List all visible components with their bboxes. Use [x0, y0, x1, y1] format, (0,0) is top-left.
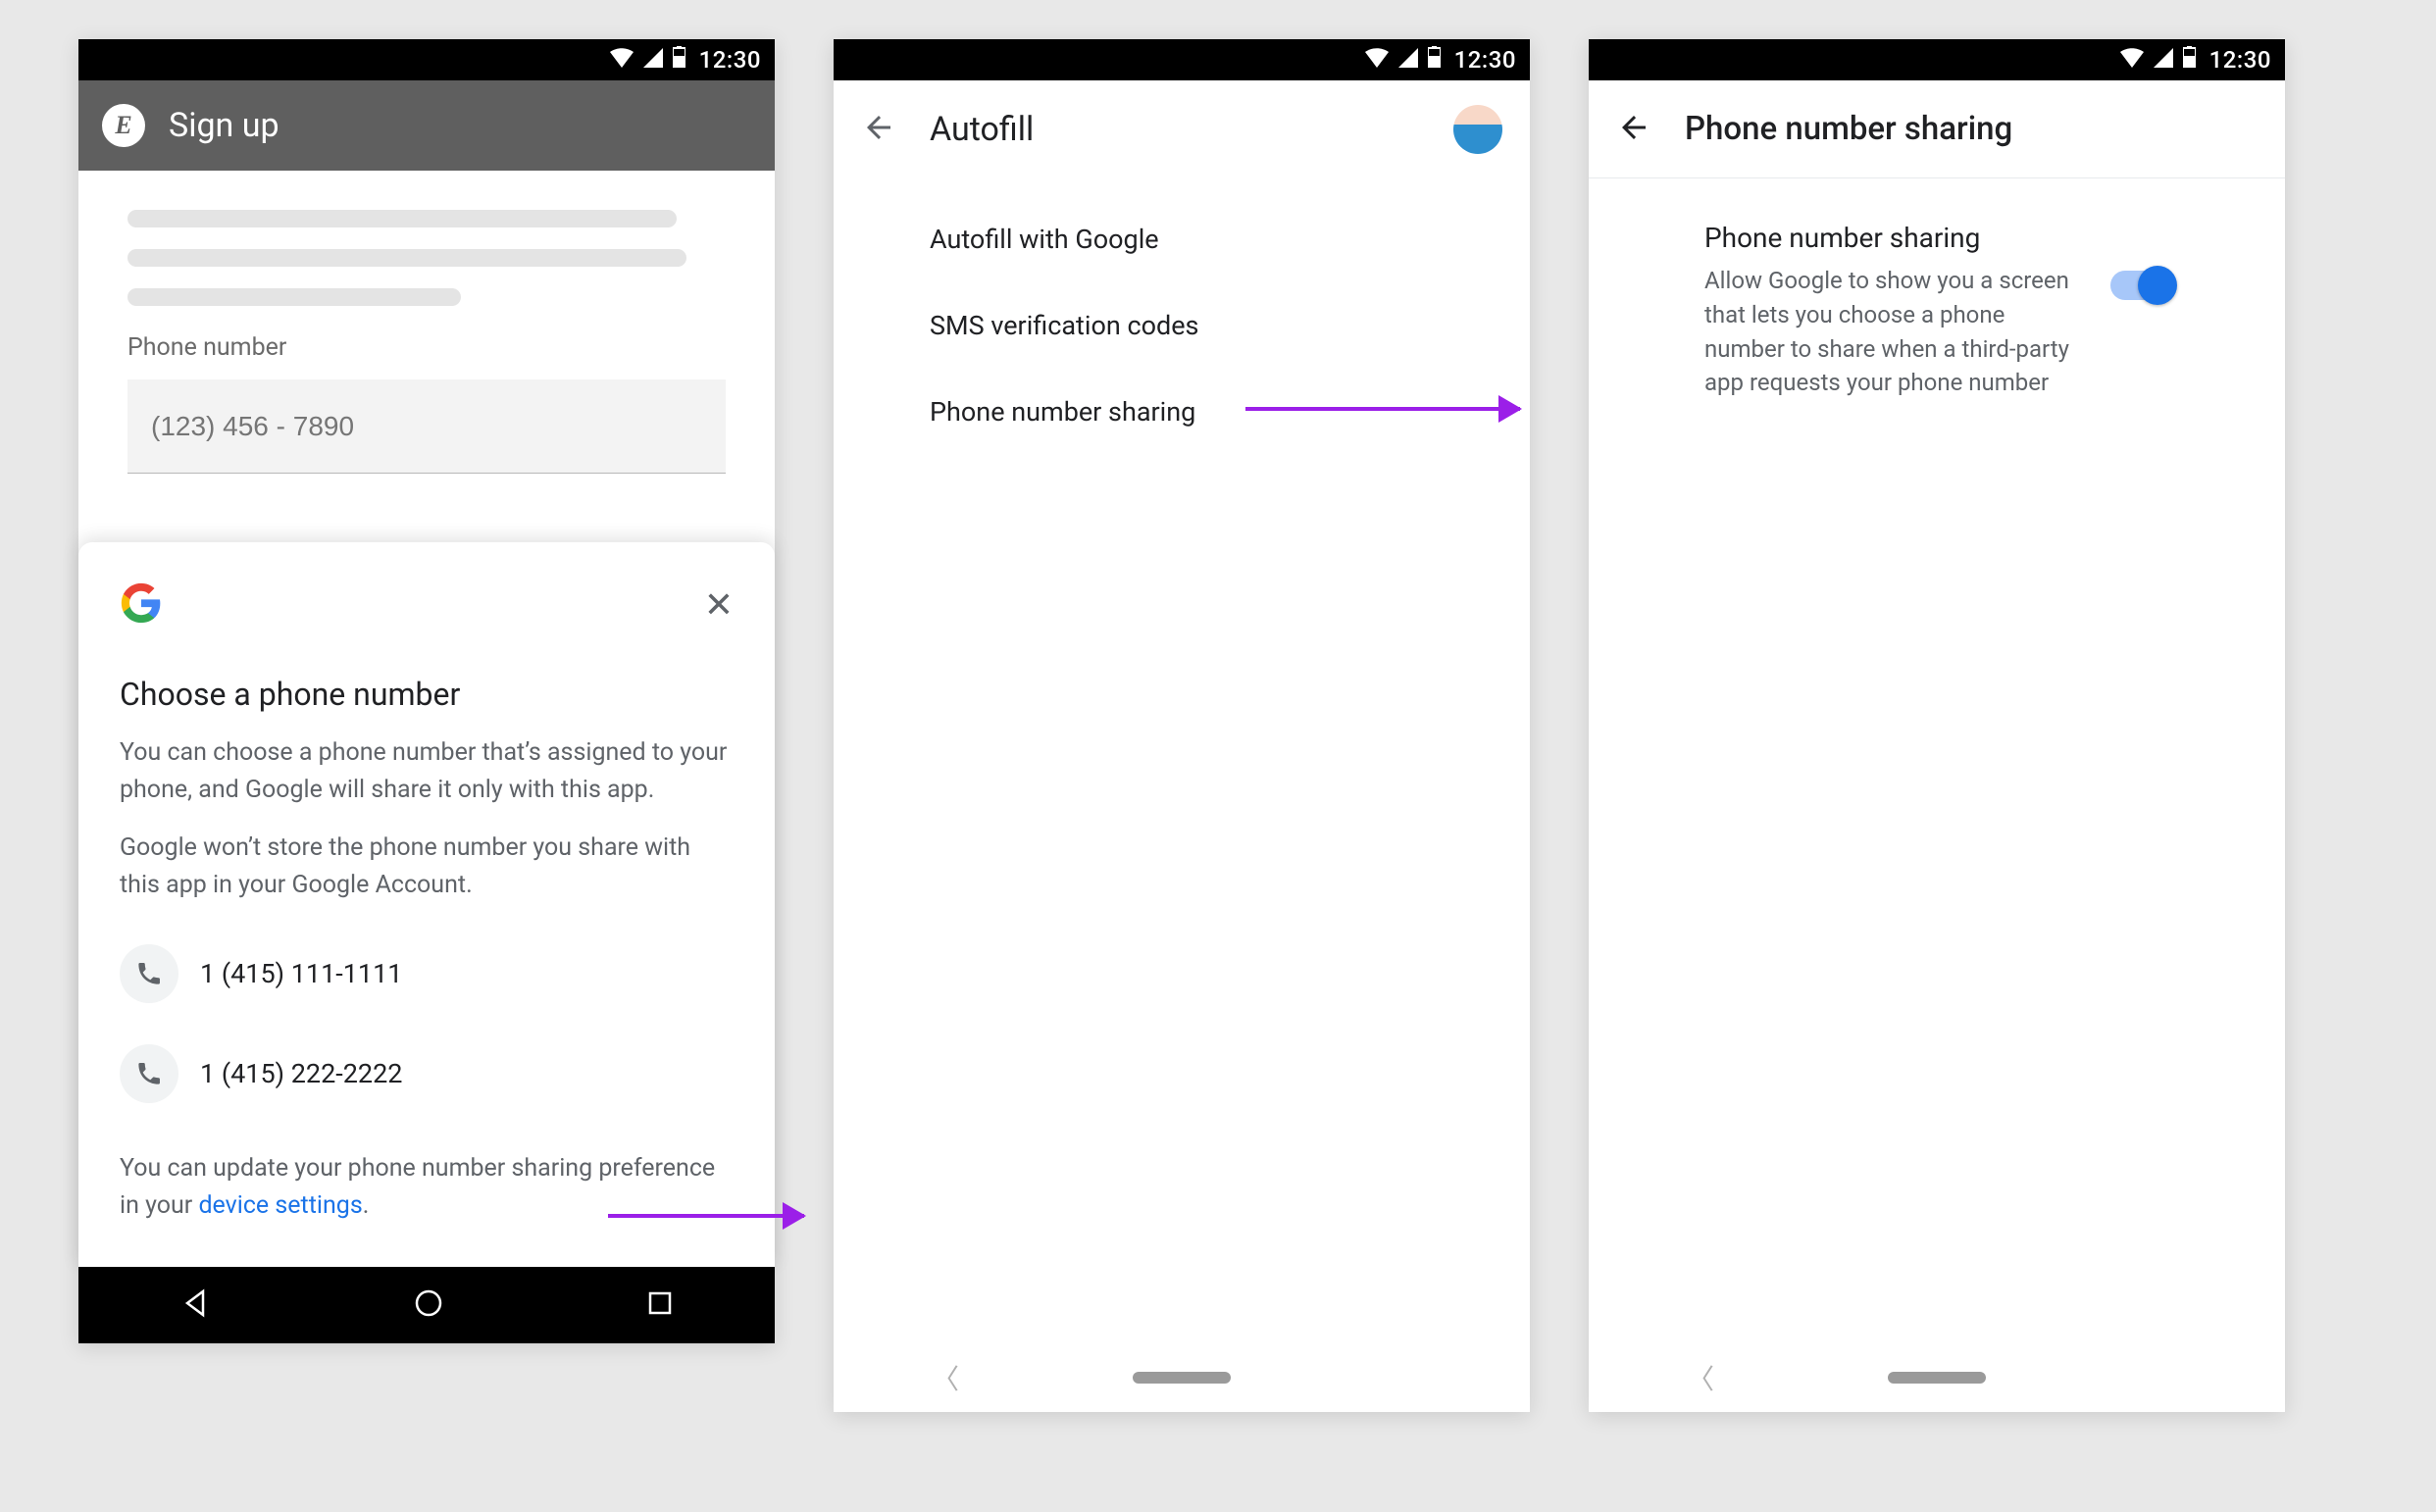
skeleton-line [127, 210, 677, 227]
page-title: Phone number sharing [1685, 110, 2012, 148]
page-title: Autofill [930, 110, 1420, 149]
battery-icon [673, 46, 685, 74]
app-bar: E Sign up [78, 80, 775, 171]
battery-icon [2183, 46, 2196, 74]
settings-list: Autofill with Google SMS verification co… [834, 178, 1530, 473]
status-bar: 12:30 [1589, 39, 2285, 80]
status-bar: 12:30 [834, 39, 1530, 80]
back-gesture-icon[interactable]: 〈 [932, 1358, 959, 1397]
clock: 12:30 [699, 46, 761, 74]
recent-nav-icon[interactable] [646, 1289, 674, 1321]
flow-arrow-icon [608, 1214, 804, 1218]
toggle-knob-icon [2138, 266, 2177, 305]
cell-signal-icon [643, 46, 663, 74]
menu-item-autofill-google[interactable]: Autofill with Google [834, 196, 1530, 282]
clock: 12:30 [2209, 46, 2271, 74]
signup-form: Phone number [78, 171, 775, 503]
setting-title: Phone number sharing [1704, 222, 2087, 254]
app-bar: Autofill [834, 80, 1530, 178]
wifi-icon [2120, 46, 2144, 74]
gesture-nav: 〈 [1589, 1343, 2285, 1412]
phone-option[interactable]: 1 (415) 222-2222 [120, 1044, 734, 1103]
setting-row: Phone number sharing Allow Google to sho… [1589, 178, 2285, 435]
phone-option-label: 1 (415) 222-2222 [200, 1058, 402, 1089]
wifi-icon [1365, 46, 1389, 74]
phone-screen-signup: 12:30 E Sign up Phone number ✕ Choose a … [78, 39, 775, 1343]
phone-icon [120, 944, 178, 1003]
nav-bar [78, 1267, 775, 1343]
home-pill-icon[interactable] [1133, 1372, 1231, 1384]
setting-description: Allow Google to show you a screen that l… [1704, 264, 2087, 400]
back-button[interactable] [861, 110, 896, 149]
cell-signal-icon [1398, 46, 1418, 74]
page-title: Sign up [169, 106, 279, 145]
device-settings-link[interactable]: device settings [198, 1191, 362, 1220]
gesture-nav: 〈 [834, 1343, 1530, 1412]
cell-signal-icon [2154, 46, 2173, 74]
phone-option-label: 1 (415) 111-1111 [200, 958, 402, 989]
phone-screen-autofill: 12:30 Autofill Autofill with Google SMS … [834, 39, 1530, 1412]
battery-icon [1428, 46, 1441, 74]
clock: 12:30 [1454, 46, 1516, 74]
back-nav-icon[interactable] [179, 1287, 211, 1323]
phone-screen-sharing-setting: 12:30 Phone number sharing Phone number … [1589, 39, 2285, 1412]
menu-item-sms-codes[interactable]: SMS verification codes [834, 282, 1530, 369]
app-bar: Phone number sharing [1589, 80, 2285, 178]
phone-picker-sheet: ✕ Choose a phone number You can choose a… [78, 542, 775, 1267]
skeleton-line [127, 288, 461, 306]
phone-field-label: Phone number [127, 333, 726, 362]
phone-input[interactable] [127, 379, 726, 474]
back-gesture-icon[interactable]: 〈 [1687, 1358, 1714, 1397]
google-logo-icon [120, 581, 163, 629]
skeleton-line [127, 249, 686, 267]
sheet-footer: You can update your phone number sharing… [120, 1150, 734, 1224]
phone-icon [120, 1044, 178, 1103]
menu-item-phone-sharing[interactable]: Phone number sharing [834, 369, 1530, 455]
home-pill-icon[interactable] [1888, 1372, 1986, 1384]
back-button[interactable] [1616, 110, 1651, 149]
app-logo-icon: E [102, 104, 145, 147]
sheet-description: Google won’t store the phone number you … [120, 830, 734, 903]
flow-arrow-icon [1245, 407, 1520, 411]
home-nav-icon[interactable] [414, 1288, 443, 1322]
sheet-title: Choose a phone number [120, 676, 734, 713]
sheet-description: You can choose a phone number that’s ass… [120, 734, 734, 808]
toggle-switch[interactable] [2110, 271, 2173, 300]
close-icon: ✕ [704, 584, 734, 625]
phone-option[interactable]: 1 (415) 111-1111 [120, 944, 734, 1003]
wifi-icon [610, 46, 634, 74]
close-button[interactable]: ✕ [704, 587, 734, 623]
status-bar: 12:30 [78, 39, 775, 80]
account-avatar[interactable] [1453, 105, 1502, 154]
